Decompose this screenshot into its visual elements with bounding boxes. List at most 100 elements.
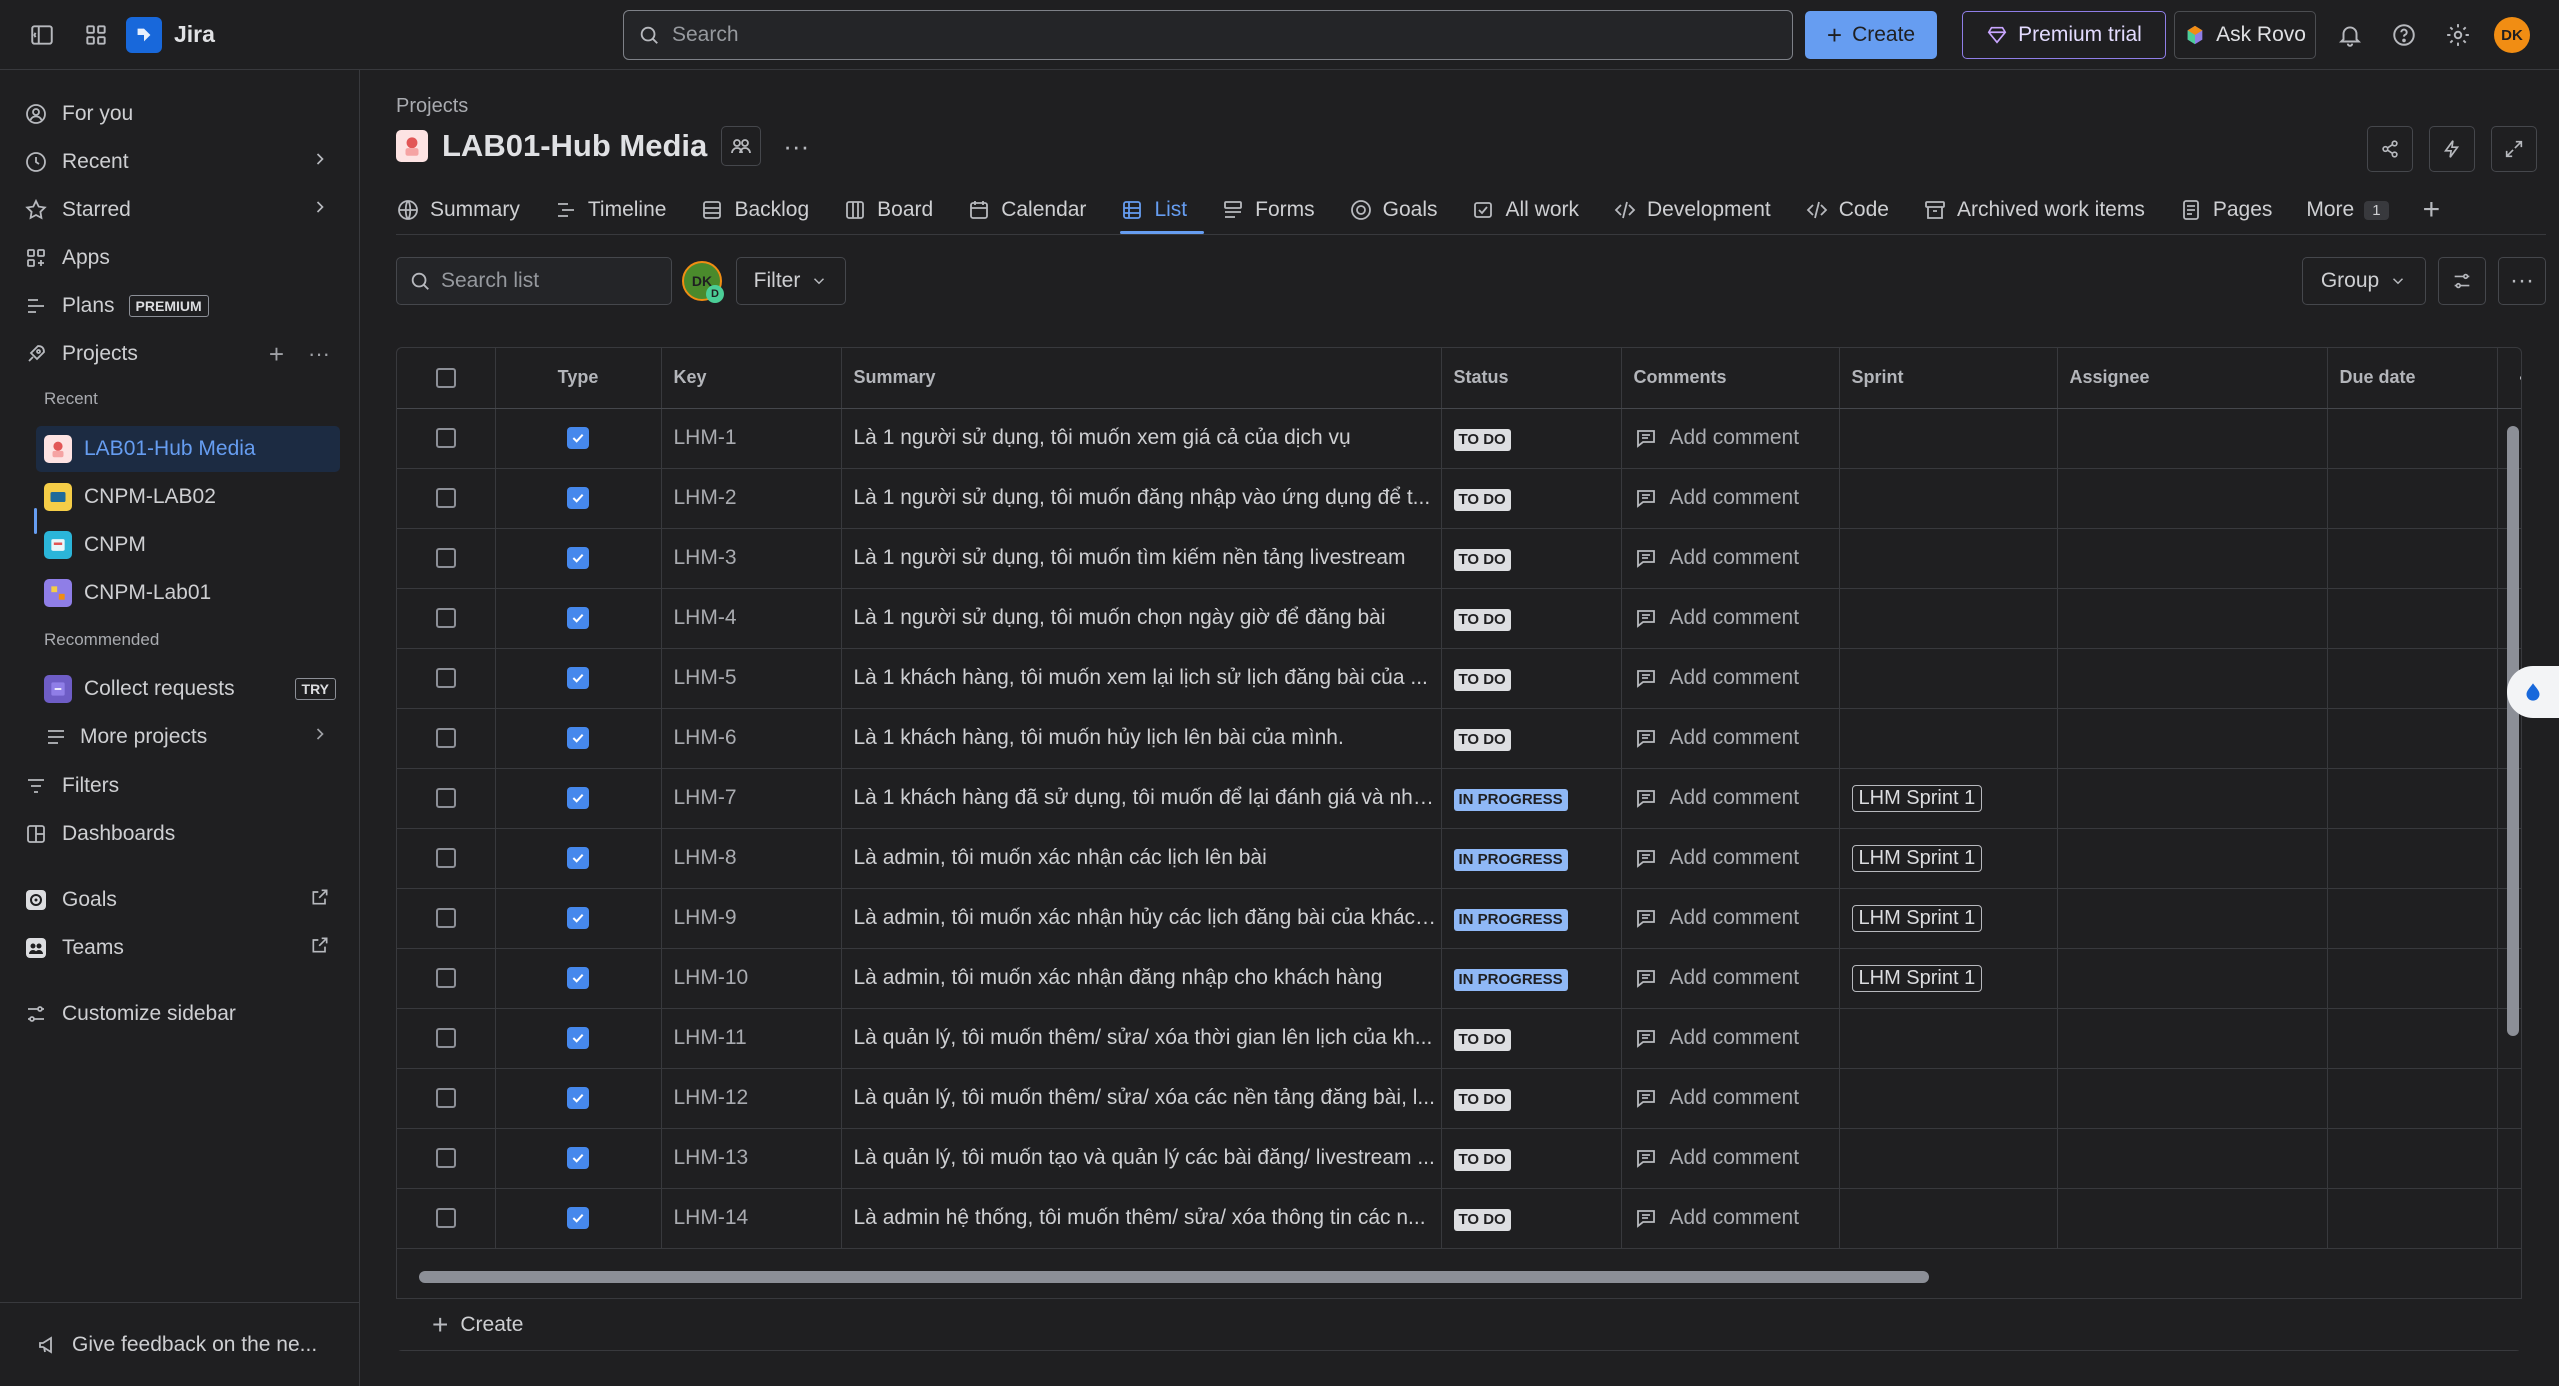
tab-backlog[interactable]: Backlog [700, 186, 826, 234]
comments-cell[interactable]: Add comment [1621, 1188, 1840, 1249]
add-comment-label[interactable]: Add comment [1670, 666, 1800, 690]
issue-key[interactable]: LHM-10 [661, 948, 842, 1009]
assignee-cell[interactable] [2057, 468, 2328, 529]
status-cell[interactable]: TO DO [1441, 588, 1622, 649]
tab-timeline[interactable]: Timeline [554, 186, 684, 234]
row-select-checkbox[interactable] [397, 888, 496, 949]
row-select-checkbox[interactable] [397, 1008, 496, 1069]
status-badge[interactable]: TO DO [1453, 488, 1511, 511]
assignee-cell[interactable] [2057, 588, 2328, 649]
add-comment-label[interactable]: Add comment [1670, 486, 1800, 510]
comments-cell[interactable]: Add comment [1621, 948, 1840, 1009]
group-button[interactable]: Group [2302, 257, 2426, 305]
status-cell[interactable]: TO DO [1441, 408, 1622, 469]
assignee-cell[interactable] [2057, 948, 2328, 1009]
sidebar-item-customize[interactable]: Customize sidebar [24, 992, 340, 1036]
help-icon[interactable] [2382, 13, 2426, 57]
status-badge[interactable]: TO DO [1453, 428, 1511, 451]
add-comment-label[interactable]: Add comment [1670, 786, 1800, 810]
add-comment-label[interactable]: Add comment [1670, 606, 1800, 630]
status-cell[interactable]: TO DO [1441, 648, 1622, 709]
more-actions-icon[interactable]: ··· [775, 131, 817, 162]
column-header-comments[interactable]: Comments [1621, 348, 1840, 409]
jira-logo[interactable]: Jira [126, 16, 215, 53]
filter-button[interactable]: Filter [736, 257, 846, 305]
team-people-icon[interactable] [721, 126, 762, 166]
row-select-checkbox[interactable] [397, 408, 496, 469]
rovo-chat-icon[interactable] [2507, 666, 2559, 718]
row-select-checkbox[interactable] [397, 1068, 496, 1129]
sprint-cell[interactable] [1839, 408, 2058, 469]
due-date-cell[interactable] [2327, 408, 2498, 469]
settings-gear-icon[interactable] [2436, 13, 2480, 57]
automation-lightning-icon[interactable] [2429, 126, 2475, 172]
status-badge[interactable]: TO DO [1453, 1148, 1511, 1171]
table-row[interactable]: LHM-14 Là admin hệ thống, tôi muốn thêm/ … [397, 1188, 2521, 1249]
issue-summary[interactable]: Là 1 người sử dụng, tôi muốn chọn ngày g… [841, 588, 1442, 649]
row-select-checkbox[interactable] [397, 1128, 496, 1189]
status-badge[interactable]: IN PROGRESS [1453, 788, 1568, 811]
more-options-icon[interactable]: ··· [308, 341, 330, 367]
status-badge[interactable]: TO DO [1453, 668, 1511, 691]
comments-cell[interactable]: Add comment [1621, 1128, 1840, 1189]
issue-summary[interactable]: Là admin, tôi muốn xác nhận hủy các lịch… [841, 888, 1442, 949]
issue-summary[interactable]: Là 1 khách hàng đã sử dụng, tôi muốn để … [841, 768, 1442, 829]
due-date-cell[interactable] [2327, 948, 2498, 1009]
status-cell[interactable]: TO DO [1441, 1128, 1622, 1189]
issue-key[interactable]: LHM-2 [661, 468, 842, 529]
issue-summary[interactable]: Là 1 khách hàng, tôi muốn hủy lịch lên b… [841, 708, 1442, 769]
row-select-checkbox[interactable] [397, 708, 496, 769]
status-badge[interactable]: IN PROGRESS [1453, 968, 1568, 991]
issue-summary[interactable]: Là quản lý, tôi muốn thêm/ sửa/ xóa các … [841, 1068, 1442, 1129]
add-comment-label[interactable]: Add comment [1670, 1026, 1800, 1050]
issue-summary[interactable]: Là admin hệ thống, tôi muốn thêm/ sửa/ x… [841, 1188, 1442, 1249]
sidebar-project-cnpm-lab02[interactable]: CNPM-LAB02 [36, 474, 340, 520]
status-cell[interactable]: IN PROGRESS [1441, 768, 1622, 829]
comments-cell[interactable]: Add comment [1621, 408, 1840, 469]
issue-key[interactable]: LHM-8 [661, 828, 842, 889]
add-comment-label[interactable]: Add comment [1670, 426, 1800, 450]
table-row[interactable]: LHM-9 Là admin, tôi muốn xác nhận hủy các… [397, 888, 2521, 949]
column-header-summary[interactable]: Summary [841, 348, 1442, 409]
sprint-cell[interactable] [1839, 588, 2058, 649]
column-header-status[interactable]: Status [1441, 348, 1622, 409]
add-comment-label[interactable]: Add comment [1670, 726, 1800, 750]
sprint-cell[interactable] [1839, 1068, 2058, 1129]
due-date-cell[interactable] [2327, 588, 2498, 649]
tab-list[interactable]: List [1120, 186, 1204, 234]
tab-code[interactable]: Code [1805, 186, 1906, 234]
comments-cell[interactable]: Add comment [1621, 828, 1840, 889]
status-cell[interactable]: TO DO [1441, 708, 1622, 769]
notifications-bell-icon[interactable] [2328, 13, 2372, 57]
sidebar-project-lab01-hub-media[interactable]: LAB01-Hub Media [36, 426, 340, 472]
status-cell[interactable]: TO DO [1441, 528, 1622, 589]
assignee-cell[interactable] [2057, 1008, 2328, 1069]
status-cell[interactable]: TO DO [1441, 1188, 1622, 1249]
issue-key[interactable]: LHM-13 [661, 1128, 842, 1189]
assignee-cell[interactable] [2057, 1128, 2328, 1189]
status-cell[interactable]: IN PROGRESS [1441, 948, 1622, 1009]
premium-trial-button[interactable]: Premium trial [1962, 11, 2166, 59]
table-row[interactable]: LHM-1 Là 1 người sử dụng, tôi muốn xem gi… [397, 408, 2521, 469]
table-row[interactable]: LHM-4 Là 1 người sử dụng, tôi muốn chọn n… [397, 588, 2521, 649]
view-settings-icon[interactable] [2438, 257, 2486, 305]
status-badge[interactable]: TO DO [1453, 548, 1511, 571]
due-date-cell[interactable] [2327, 768, 2498, 829]
add-tab-button[interactable]: + [2423, 186, 2441, 234]
due-date-cell[interactable] [2327, 1188, 2498, 1249]
sidebar-item-dashboards[interactable]: Dashboards [24, 812, 340, 856]
tab-development[interactable]: Development [1613, 186, 1788, 234]
assignee-cell[interactable] [2057, 408, 2328, 469]
status-cell[interactable]: IN PROGRESS [1441, 828, 1622, 889]
tab-archived-work-items[interactable]: Archived work items [1923, 186, 2162, 234]
table-row[interactable]: LHM-12 Là quản lý, tôi muốn thêm/ sửa/ xó… [397, 1068, 2521, 1129]
sidebar-item-collect-requests[interactable]: Collect requests TRY [36, 666, 340, 712]
comments-cell[interactable]: Add comment [1621, 768, 1840, 829]
column-header-due-date[interactable]: Due date [2327, 348, 2498, 409]
give-feedback-button[interactable]: Give feedback on the ne... [0, 1302, 360, 1386]
issue-summary[interactable]: Là quản lý, tôi muốn thêm/ sửa/ xóa thời… [841, 1008, 1442, 1069]
sidebar-item-for-you[interactable]: For you [24, 92, 340, 136]
sidebar-item-apps[interactable]: Apps [24, 236, 340, 280]
status-cell[interactable]: IN PROGRESS [1441, 888, 1622, 949]
assignee-cell[interactable] [2057, 888, 2328, 949]
